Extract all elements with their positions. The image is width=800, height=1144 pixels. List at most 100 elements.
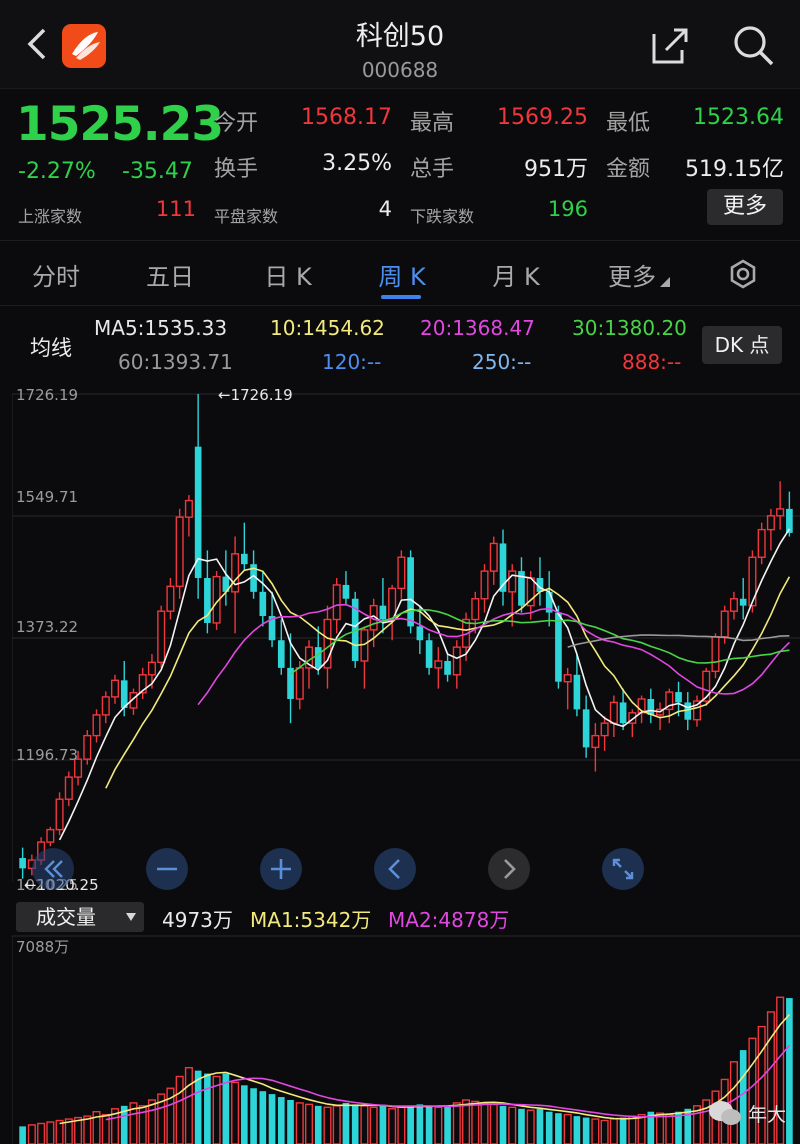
tab-five-day[interactable]: 五日: [138, 257, 202, 292]
candle-body: [332, 584, 341, 621]
dk-point-button[interactable]: DK 点: [702, 326, 782, 364]
volume-bar: [591, 1118, 600, 1144]
indicator-select-label: 成交量: [36, 905, 96, 929]
more-button[interactable]: 更多: [707, 189, 783, 225]
watermark: 年大: [708, 1096, 798, 1132]
tab-monthly[interactable]: 月 K: [480, 257, 552, 292]
volume-bar: [499, 1105, 507, 1144]
candle-body: [175, 516, 184, 588]
ma30-value: 30:1380.20: [572, 316, 687, 340]
active-tab-indicator: [381, 295, 421, 299]
flat-count-label: 平盘家数: [214, 207, 279, 226]
ma20-line: [197, 603, 790, 706]
zoom-out-button[interactable]: [146, 848, 188, 890]
volume-bar: [462, 1099, 471, 1144]
open-value: 1568.17: [301, 105, 392, 130]
candle-body: [314, 647, 322, 668]
volume-bar: [147, 1099, 156, 1144]
tab-daily[interactable]: 日 K: [252, 257, 324, 292]
candle-body: [397, 556, 406, 590]
y-label-4: 1196.73: [16, 746, 79, 764]
candle-body: [241, 553, 248, 565]
candle-body: [619, 702, 627, 724]
candle-body: [83, 734, 92, 760]
search-button[interactable]: [730, 22, 776, 68]
expand-icon: [612, 858, 634, 880]
ma-legend: 均线 MA5:1535.33 10:1454.62 20:1368.47 30:…: [0, 306, 800, 382]
volume-bar: [573, 1116, 581, 1144]
y-label-max: 1726.19: [16, 386, 79, 404]
prev-button[interactable]: [374, 848, 416, 890]
settings-button[interactable]: [727, 258, 759, 290]
volume-bar: [295, 1102, 304, 1144]
candle-body: [729, 598, 738, 612]
candle-body: [609, 701, 618, 724]
turnover-value: 3.25%: [322, 151, 392, 176]
volume-bar: [637, 1113, 646, 1144]
share-icon: [652, 28, 688, 64]
volume-bar: [268, 1094, 276, 1144]
zoom-in-button[interactable]: [260, 848, 302, 890]
candle-body: [295, 667, 304, 700]
scroll-left-button[interactable]: [32, 848, 74, 890]
volume-bar: [388, 1108, 397, 1144]
kline-chart[interactable]: 1726.19 1549.71 1373.22 1196.73 1020.25 …: [11, 382, 800, 894]
candle-body: [508, 570, 517, 593]
candle-body: [184, 499, 193, 518]
volume-bar: [656, 1112, 665, 1144]
volume-bar: [314, 1105, 322, 1144]
volume-bar: [46, 1121, 55, 1144]
caret-down-icon: [126, 913, 136, 921]
candle-body: [739, 598, 747, 606]
indicator-select[interactable]: 成交量: [16, 902, 144, 932]
amount-value: 519.15亿: [685, 157, 784, 182]
volume-bar: [609, 1118, 618, 1144]
volume-bar: [369, 1106, 378, 1144]
volume-bar: [397, 1106, 406, 1144]
candle-body: [166, 585, 175, 612]
candle-body: [46, 828, 55, 843]
candle-body: [452, 646, 461, 676]
volume-bar: [204, 1073, 211, 1144]
low-value: 1523.64: [693, 105, 784, 130]
volume-bar: [184, 1067, 193, 1144]
tab-more[interactable]: 更多: [592, 257, 672, 292]
volume-bar: [55, 1119, 64, 1144]
volume-bar: [323, 1106, 332, 1144]
candle-body: [407, 557, 414, 627]
volume-bar: [480, 1102, 489, 1144]
fullscreen-button[interactable]: [602, 848, 644, 890]
tab-weekly[interactable]: 周 K: [366, 257, 438, 292]
volume-bar: [536, 1108, 544, 1144]
volume-bar: [563, 1113, 572, 1144]
volume-ma1: MA1:5342万: [250, 908, 372, 932]
volume-legend: 成交量 4973万 MA1:5342万 MA2:4878万: [0, 900, 800, 932]
share-button[interactable]: [648, 22, 694, 68]
up-count: 111: [155, 197, 196, 221]
volume-bar: [471, 1100, 480, 1144]
volume-bar: [360, 1105, 369, 1144]
candle-body: [101, 696, 110, 716]
turnover-label: 换手: [214, 157, 259, 182]
candle-body: [231, 553, 240, 593]
candle-body: [471, 598, 480, 621]
volume-bar: [231, 1081, 240, 1144]
candle-body: [555, 612, 562, 682]
volume-bar: [526, 1109, 535, 1144]
ma60-value: 60:1393.71: [118, 350, 233, 374]
volume-bar: [628, 1115, 637, 1144]
candle-body: [591, 734, 600, 749]
candle-body: [147, 661, 156, 676]
volume-bar: [489, 1103, 498, 1144]
candle-body: [444, 660, 451, 675]
candle-body: [480, 570, 489, 600]
search-icon: [734, 26, 774, 66]
quote-panel: 1525.23 -2.27% -35.47 今开 1568.17 最高 1569…: [0, 88, 800, 240]
volume-chart[interactable]: 7088万 年大: [11, 932, 800, 1144]
volume-value: 951万: [524, 157, 588, 182]
candle-body: [277, 640, 285, 668]
tab-intraday[interactable]: 分时: [24, 257, 88, 292]
volume-bar: [287, 1099, 294, 1144]
ma120-value: 120:--: [322, 350, 382, 374]
next-button[interactable]: [488, 848, 530, 890]
